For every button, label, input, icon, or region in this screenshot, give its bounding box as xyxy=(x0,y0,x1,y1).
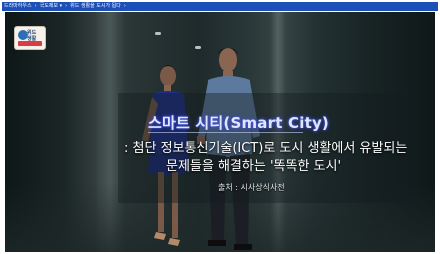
ceiling-light xyxy=(155,32,161,35)
caption-definition-line-2: 문제들을 해결하는 '똑똑한 도시' xyxy=(166,159,342,174)
channel-logo: 위드 생활 xyxy=(14,26,46,50)
breadcrumb-item-1[interactable]: 드라마하우스 xyxy=(2,2,34,11)
caption-title: 스마트 시티(Smart City) xyxy=(148,114,329,132)
caption-definition-line-1: : 첨단 정보통신기술(ICT)로 도시 생활에서 유발되는 xyxy=(124,141,408,156)
video-player-window: 드라마하우스 › 국도제보 ▾ › 위드 생활을 도시가 됩다 › 위드 생활 … xyxy=(0,0,440,254)
breadcrumb: 드라마하우스 › 국도제보 ▾ › 위드 생활을 도시가 됩다 › xyxy=(2,2,438,11)
chevron-right-icon: › xyxy=(123,3,126,9)
caption-title-underline xyxy=(148,132,303,133)
breadcrumb-item-3[interactable]: 위드 생활을 도시가 됩다 xyxy=(68,2,123,11)
logo-bar xyxy=(18,41,42,46)
caption-source: 출처 : 시사상식사전 xyxy=(218,183,285,192)
breadcrumb-item-2[interactable]: 국도제보 ▾ xyxy=(38,2,65,11)
